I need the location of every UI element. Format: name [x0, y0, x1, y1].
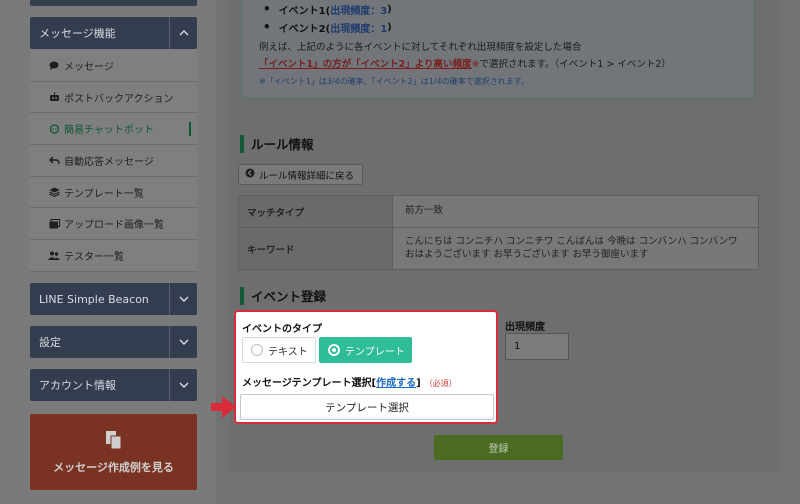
paren-close: )	[387, 3, 392, 15]
event-name: イベント2(	[278, 23, 331, 35]
chevron-down-icon[interactable]	[169, 326, 197, 358]
frequency-label: 出現頻度	[505, 322, 545, 333]
label-bracket: ]	[416, 378, 421, 389]
sidebar: メッセージ機能 メッセージ ポストバックアクション 簡易チャットボット 自動応答…	[0, 0, 216, 504]
radio-checked-icon	[328, 344, 340, 356]
template-select-button[interactable]: テンプレート選択	[240, 394, 494, 420]
radio-template[interactable]: テンプレート	[319, 337, 412, 363]
probability-note: ※「イベント1」は3/4の確率、「イベント2」は1/4の確率で選択されます。	[259, 77, 529, 86]
chat-bubble-icon	[48, 60, 60, 70]
create-template-link[interactable]: 作成する	[376, 378, 416, 389]
sidebar-item-testers[interactable]: テスター一覧	[30, 240, 197, 272]
users-icon	[48, 250, 60, 260]
result-text: で選択されます。（イベント1 > イベント2）	[479, 59, 671, 70]
sidebar-section-messages[interactable]: メッセージ機能	[30, 17, 197, 49]
arrow-left-circle-icon	[245, 168, 255, 181]
sidebar-section-label: アカウント情報	[39, 379, 116, 392]
label-text: メッセージテンプレート選択[	[242, 378, 377, 389]
message-examples-button[interactable]: メッセージ作成例を見る	[30, 414, 197, 490]
sidebar-menu: メッセージ ポストバックアクション 簡易チャットボット 自動応答メッセージ テン…	[30, 50, 197, 272]
template-select-label: メッセージテンプレート選択[作成する] （必須）	[242, 374, 457, 389]
event-frequency: 出現頻度：3	[330, 5, 388, 17]
list-item: イベント2(出現頻度：1)	[263, 18, 392, 36]
event-type-label: イベントのタイプ	[242, 324, 322, 335]
sidebar-item-auto-reply[interactable]: 自動応答メッセージ	[30, 145, 197, 177]
section-title-text: ルール情報	[251, 137, 314, 152]
sidebar-item-templates[interactable]: テンプレート一覧	[30, 177, 197, 209]
sidebar-section-label: LINE Simple Beacon	[39, 292, 149, 306]
example-result: 「イベント1」の方が「イベント2」より高い頻度※で選択されます。（イベント1 >…	[259, 56, 671, 70]
event-name: イベント1(	[278, 5, 331, 17]
required-badge: （必須）	[424, 379, 457, 388]
title-accent-bar	[240, 286, 244, 305]
table-cell: 前方一致	[393, 196, 758, 227]
table-cell: こんにちは コンニチハ コンニチワ こんばんは 今晩は コンバンハ コンバンワ …	[393, 228, 758, 269]
table-header-cell: マッチタイプ	[239, 196, 393, 227]
sidebar-item-postback[interactable]: ポストバックアクション	[30, 82, 197, 114]
event-type-panel: イベントのタイプ テキスト テンプレート メッセージテンプレート選択[作成する]…	[234, 310, 498, 424]
sidebar-section-account[interactable]: アカウント情報	[30, 369, 197, 401]
layers-icon	[48, 187, 60, 198]
frequency-input[interactable]: 1	[505, 333, 569, 360]
sidebar-item-label: テスター一覧	[64, 251, 124, 263]
sidebar-item-label: 簡易チャットボット	[64, 125, 154, 137]
radio-circle-icon	[251, 344, 263, 356]
table-row: マッチタイプ 前方一致	[239, 196, 758, 228]
event-frequency-list: イベント1(出現頻度：3) イベント2(出現頻度：1)	[263, 0, 392, 36]
chevron-down-icon[interactable]	[169, 369, 197, 401]
radio-label: テンプレート	[345, 346, 405, 358]
back-to-rule-button[interactable]: ルール情報詳細に戻る	[238, 164, 363, 185]
list-item: イベント1(出現頻度：3)	[263, 0, 392, 18]
sidebar-section-settings[interactable]: 設定	[30, 326, 197, 358]
back-button-label: ルール情報詳細に戻る	[259, 170, 355, 182]
robot-icon	[48, 92, 60, 102]
sidebar-item-chatbot[interactable]: 簡易チャットボット	[30, 113, 197, 146]
submit-button[interactable]: 登録	[434, 435, 563, 460]
sidebar-section-label: 設定	[39, 336, 61, 349]
chevron-down-icon[interactable]	[169, 283, 197, 315]
example-text: 例えば、上記のように各イベントに対してそれぞれ出現頻度を設定した場合	[259, 42, 582, 53]
table-header-cell: キーワード	[239, 228, 393, 269]
reply-icon	[48, 155, 60, 165]
images-icon	[48, 218, 60, 229]
event-frequency: 出現頻度：1	[330, 23, 388, 35]
sidebar-section-beacon[interactable]: LINE Simple Beacon	[30, 283, 197, 315]
paren-close: )	[387, 21, 392, 33]
chatbot-icon	[48, 124, 60, 134]
table-row: キーワード こんにちは コンニチハ コンニチワ こんばんは 今晩は コンバンハ …	[239, 228, 758, 269]
frequency-info-box: イベント1(出現頻度：3) イベント2(出現頻度：1) 例えば、上記のように各イ…	[240, 0, 756, 100]
radio-label: テキスト	[268, 346, 308, 358]
sidebar-item-label: テンプレート一覧	[64, 188, 144, 200]
title-accent-bar	[240, 134, 244, 153]
sidebar-item-images[interactable]: アップロード画像一覧	[30, 208, 197, 241]
radio-text[interactable]: テキスト	[242, 337, 316, 363]
highlight-text: 「イベント1」の方が「イベント2」より高い頻度	[259, 59, 472, 70]
sidebar-section-label: メッセージ機能	[39, 27, 116, 40]
sidebar-collapsed-section[interactable]	[30, 0, 197, 6]
rule-section-title: ルール情報	[240, 134, 314, 153]
event-section-title: イベント登録	[240, 286, 326, 305]
sidebar-item-label: ポストバックアクション	[64, 93, 174, 105]
copy-document-icon	[105, 430, 123, 453]
sidebar-item-message[interactable]: メッセージ	[30, 50, 197, 82]
chevron-up-icon[interactable]	[169, 17, 197, 49]
cta-label: メッセージ作成例を見る	[53, 460, 174, 474]
note-mark: ※	[471, 59, 480, 70]
sidebar-item-label: アップロード画像一覧	[64, 220, 164, 232]
sidebar-item-label: 自動応答メッセージ	[64, 156, 154, 168]
section-title-text: イベント登録	[251, 289, 327, 304]
sidebar-item-label: メッセージ	[64, 61, 114, 73]
rule-table: マッチタイプ 前方一致 キーワード こんにちは コンニチハ コンニチワ こんばん…	[238, 195, 759, 270]
